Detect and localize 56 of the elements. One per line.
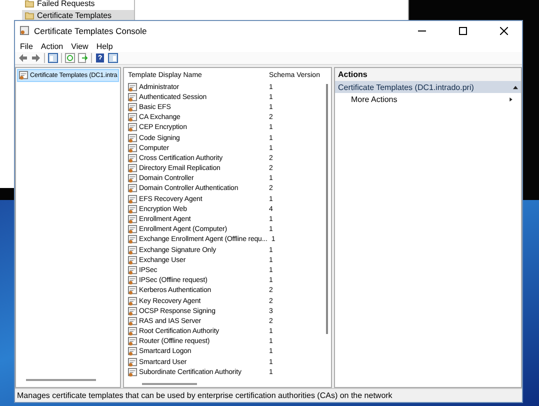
- certificate-icon: [128, 358, 137, 367]
- certificate-icon: [128, 164, 137, 174]
- certificate-icon: [128, 316, 137, 326]
- certificate-icon: [128, 144, 137, 153]
- menu-item[interactable]: File: [17, 42, 36, 50]
- certificate-icon: [128, 174, 137, 184]
- menu-item[interactable]: Help: [93, 42, 116, 50]
- submenu-arrow-icon: [509, 96, 513, 102]
- certificate-icon: [128, 154, 137, 163]
- certificate-icon: [128, 266, 137, 275]
- certificate-icon: [128, 327, 137, 336]
- certificate-icon: [128, 246, 137, 255]
- action-pane-icon[interactable]: [108, 53, 118, 63]
- certificate-icon: [128, 347, 137, 356]
- certificate-icon: [128, 102, 137, 112]
- certificate-icon: [128, 256, 137, 265]
- tree-item[interactable]: Certificate Templates: [22, 10, 134, 21]
- actions-heading: Actions: [335, 68, 521, 81]
- console-tree-icon[interactable]: [48, 53, 58, 63]
- vertical-scrollbar[interactable]: [326, 84, 328, 334]
- forward-arrow-icon[interactable]: [31, 53, 41, 63]
- certificate-icon: [128, 235, 137, 244]
- refresh-icon[interactable]: [65, 53, 75, 63]
- back-arrow-icon[interactable]: [18, 53, 28, 63]
- certificate-icon: [128, 113, 137, 122]
- certificate-icon: [128, 337, 137, 346]
- help-icon[interactable]: [95, 53, 105, 63]
- certificate-icon: [128, 184, 137, 194]
- action-item[interactable]: More Actions: [335, 93, 521, 105]
- certificate-icon: [128, 286, 137, 296]
- status-bar: Manages certificate templates that can be used by enterprise certification authorities (CAs) on the network: [15, 388, 522, 402]
- certificate-icon: [128, 306, 137, 316]
- export-icon[interactable]: [78, 53, 88, 63]
- menu-item[interactable]: View: [68, 42, 92, 50]
- window-title: Certificate Templates Console: [34, 26, 148, 36]
- horizontal-scrollbar[interactable]: [142, 383, 197, 385]
- certificate-icon: [128, 204, 137, 214]
- certificate-icon: [19, 71, 28, 80]
- actions-section-header[interactable]: Certificate Templates (DC1.intrado.pri): [335, 81, 521, 93]
- collapse-icon[interactable]: [513, 84, 518, 90]
- console-icon: [20, 26, 29, 35]
- horizontal-scrollbar[interactable]: [26, 379, 96, 381]
- certificate-icon: [128, 82, 137, 92]
- certificate-icon: [128, 92, 137, 102]
- close-icon: [500, 26, 508, 34]
- certificate-icon: [128, 276, 137, 286]
- certificate-icon: [128, 194, 137, 204]
- certificate-icon: [128, 123, 137, 132]
- certificate-icon: [128, 296, 137, 306]
- certificate-icon: [128, 215, 137, 224]
- certificate-icon: [128, 368, 137, 377]
- certificate-icon: [128, 225, 137, 234]
- menu-item[interactable]: Action: [38, 42, 66, 50]
- certificate-icon: [128, 134, 137, 143]
- tree-item[interactable]: Failed Requests: [22, 0, 134, 9]
- maximize-icon: [459, 26, 467, 34]
